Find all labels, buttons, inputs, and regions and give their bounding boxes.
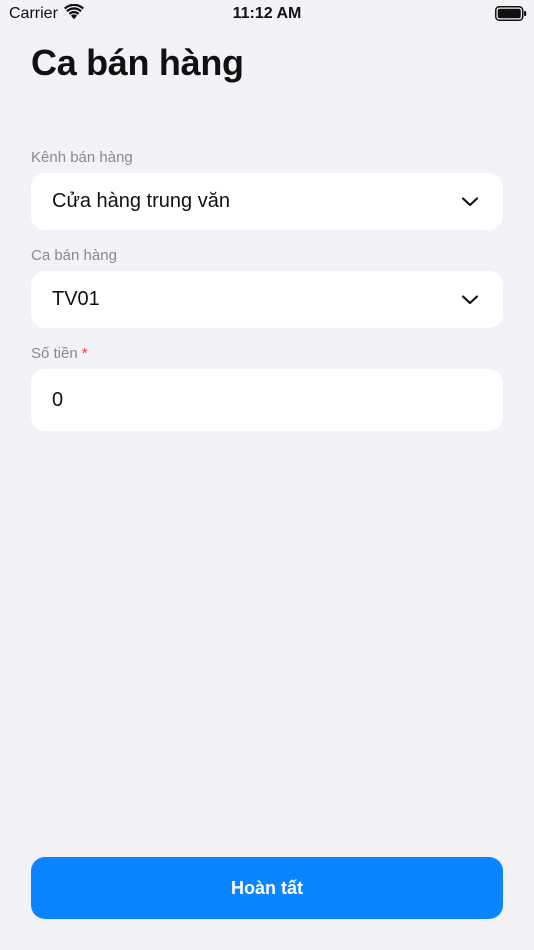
- required-mark: *: [81, 345, 88, 362]
- amount-input[interactable]: [52, 388, 472, 412]
- channel-select[interactable]: Cửa hàng trung văn: [31, 173, 503, 230]
- shift-label: Ca bán hàng: [31, 247, 117, 264]
- chevron-down-icon: [461, 196, 479, 206]
- shift-select[interactable]: TV01: [31, 271, 503, 328]
- channel-value: Cửa hàng trung văn: [52, 190, 230, 212]
- submit-button[interactable]: Hoàn tất: [31, 857, 503, 919]
- amount-label: Số tiền *: [31, 345, 88, 362]
- channel-label: Kênh bán hàng: [31, 149, 133, 166]
- amount-label-text: Số tiền: [31, 345, 78, 362]
- page-title: Ca bán hàng: [31, 42, 244, 83]
- chevron-down-icon: [461, 294, 479, 304]
- battery-icon: [495, 6, 527, 21]
- amount-field[interactable]: [31, 369, 503, 431]
- status-time: 11:12 AM: [232, 5, 302, 22]
- shift-value: TV01: [52, 288, 100, 310]
- status-bar: Carrier 11:12 AM: [0, 0, 534, 28]
